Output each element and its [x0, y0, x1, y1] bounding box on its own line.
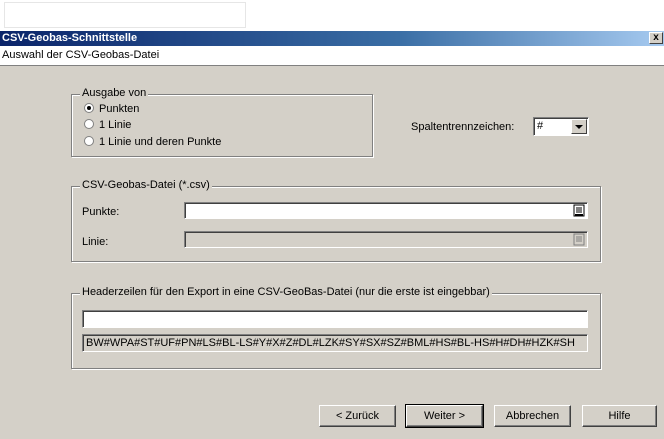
radio-1-linie[interactable]: 1 Linie	[84, 119, 131, 132]
punkte-label: Punkte:	[82, 206, 120, 218]
next-button[interactable]: Weiter >	[405, 404, 484, 428]
header-line-2-field: BW#WPA#ST#UF#PN#LS#BL-LS#Y#X#Z#DL#LZK#SY…	[82, 334, 588, 352]
cancel-button[interactable]: Abbrechen	[494, 405, 571, 427]
csv-group: CSV-Geobas-Datei (*.csv)	[71, 179, 601, 262]
separator-label: Spaltentrennzeichen:	[411, 121, 515, 133]
header-line-2-value: BW#WPA#ST#UF#PN#LS#BL-LS#Y#X#Z#DL#LZK#SY…	[86, 337, 575, 349]
radio-label: 1 Linie	[99, 119, 132, 131]
radio-off-icon	[84, 119, 94, 130]
header-group: Headerzeilen für den Export in eine CSV-…	[71, 286, 601, 369]
top-blank-area	[4, 2, 246, 28]
help-button[interactable]: Hilfe	[582, 405, 657, 427]
separator-value: #	[537, 120, 544, 132]
punkte-file-input[interactable]	[184, 202, 588, 219]
file-picker-icon[interactable]	[573, 204, 585, 217]
radio-on-icon	[84, 103, 94, 114]
page-subheader: Auswahl der CSV-Geobas-Datei	[0, 46, 664, 66]
title-bar: CSV-Geobas-Schnittstelle x	[0, 31, 664, 46]
chevron-down-icon[interactable]	[571, 119, 587, 134]
close-icon: x	[653, 32, 659, 43]
csv-legend: CSV-Geobas-Datei (*.csv)	[80, 179, 212, 191]
ausgabe-legend: Ausgabe von	[80, 87, 149, 99]
file-picker-icon	[573, 233, 585, 246]
radio-off-icon	[84, 136, 94, 147]
radio-label: 1 Linie und deren Punkte	[99, 136, 222, 148]
linie-file-input	[184, 231, 588, 248]
radio-linie-und-punkte[interactable]: 1 Linie und deren Punkte	[84, 136, 221, 149]
subheader-text: Auswahl der CSV-Geobas-Datei	[2, 49, 160, 61]
separator-select[interactable]: #	[533, 117, 589, 136]
radio-punkten[interactable]: Punkten	[84, 103, 139, 116]
header-line-1-input[interactable]	[82, 310, 588, 328]
window-title: CSV-Geobas-Schnittstelle	[2, 32, 138, 44]
header-legend: Headerzeilen für den Export in eine CSV-…	[80, 286, 492, 298]
back-button[interactable]: < Zurück	[319, 405, 396, 427]
ausgabe-group: Ausgabe von Punkten 1 Linie 1 Linie und …	[71, 87, 373, 157]
radio-label: Punkten	[99, 103, 140, 115]
close-button[interactable]: x	[649, 32, 663, 44]
linie-label: Linie:	[82, 236, 109, 248]
